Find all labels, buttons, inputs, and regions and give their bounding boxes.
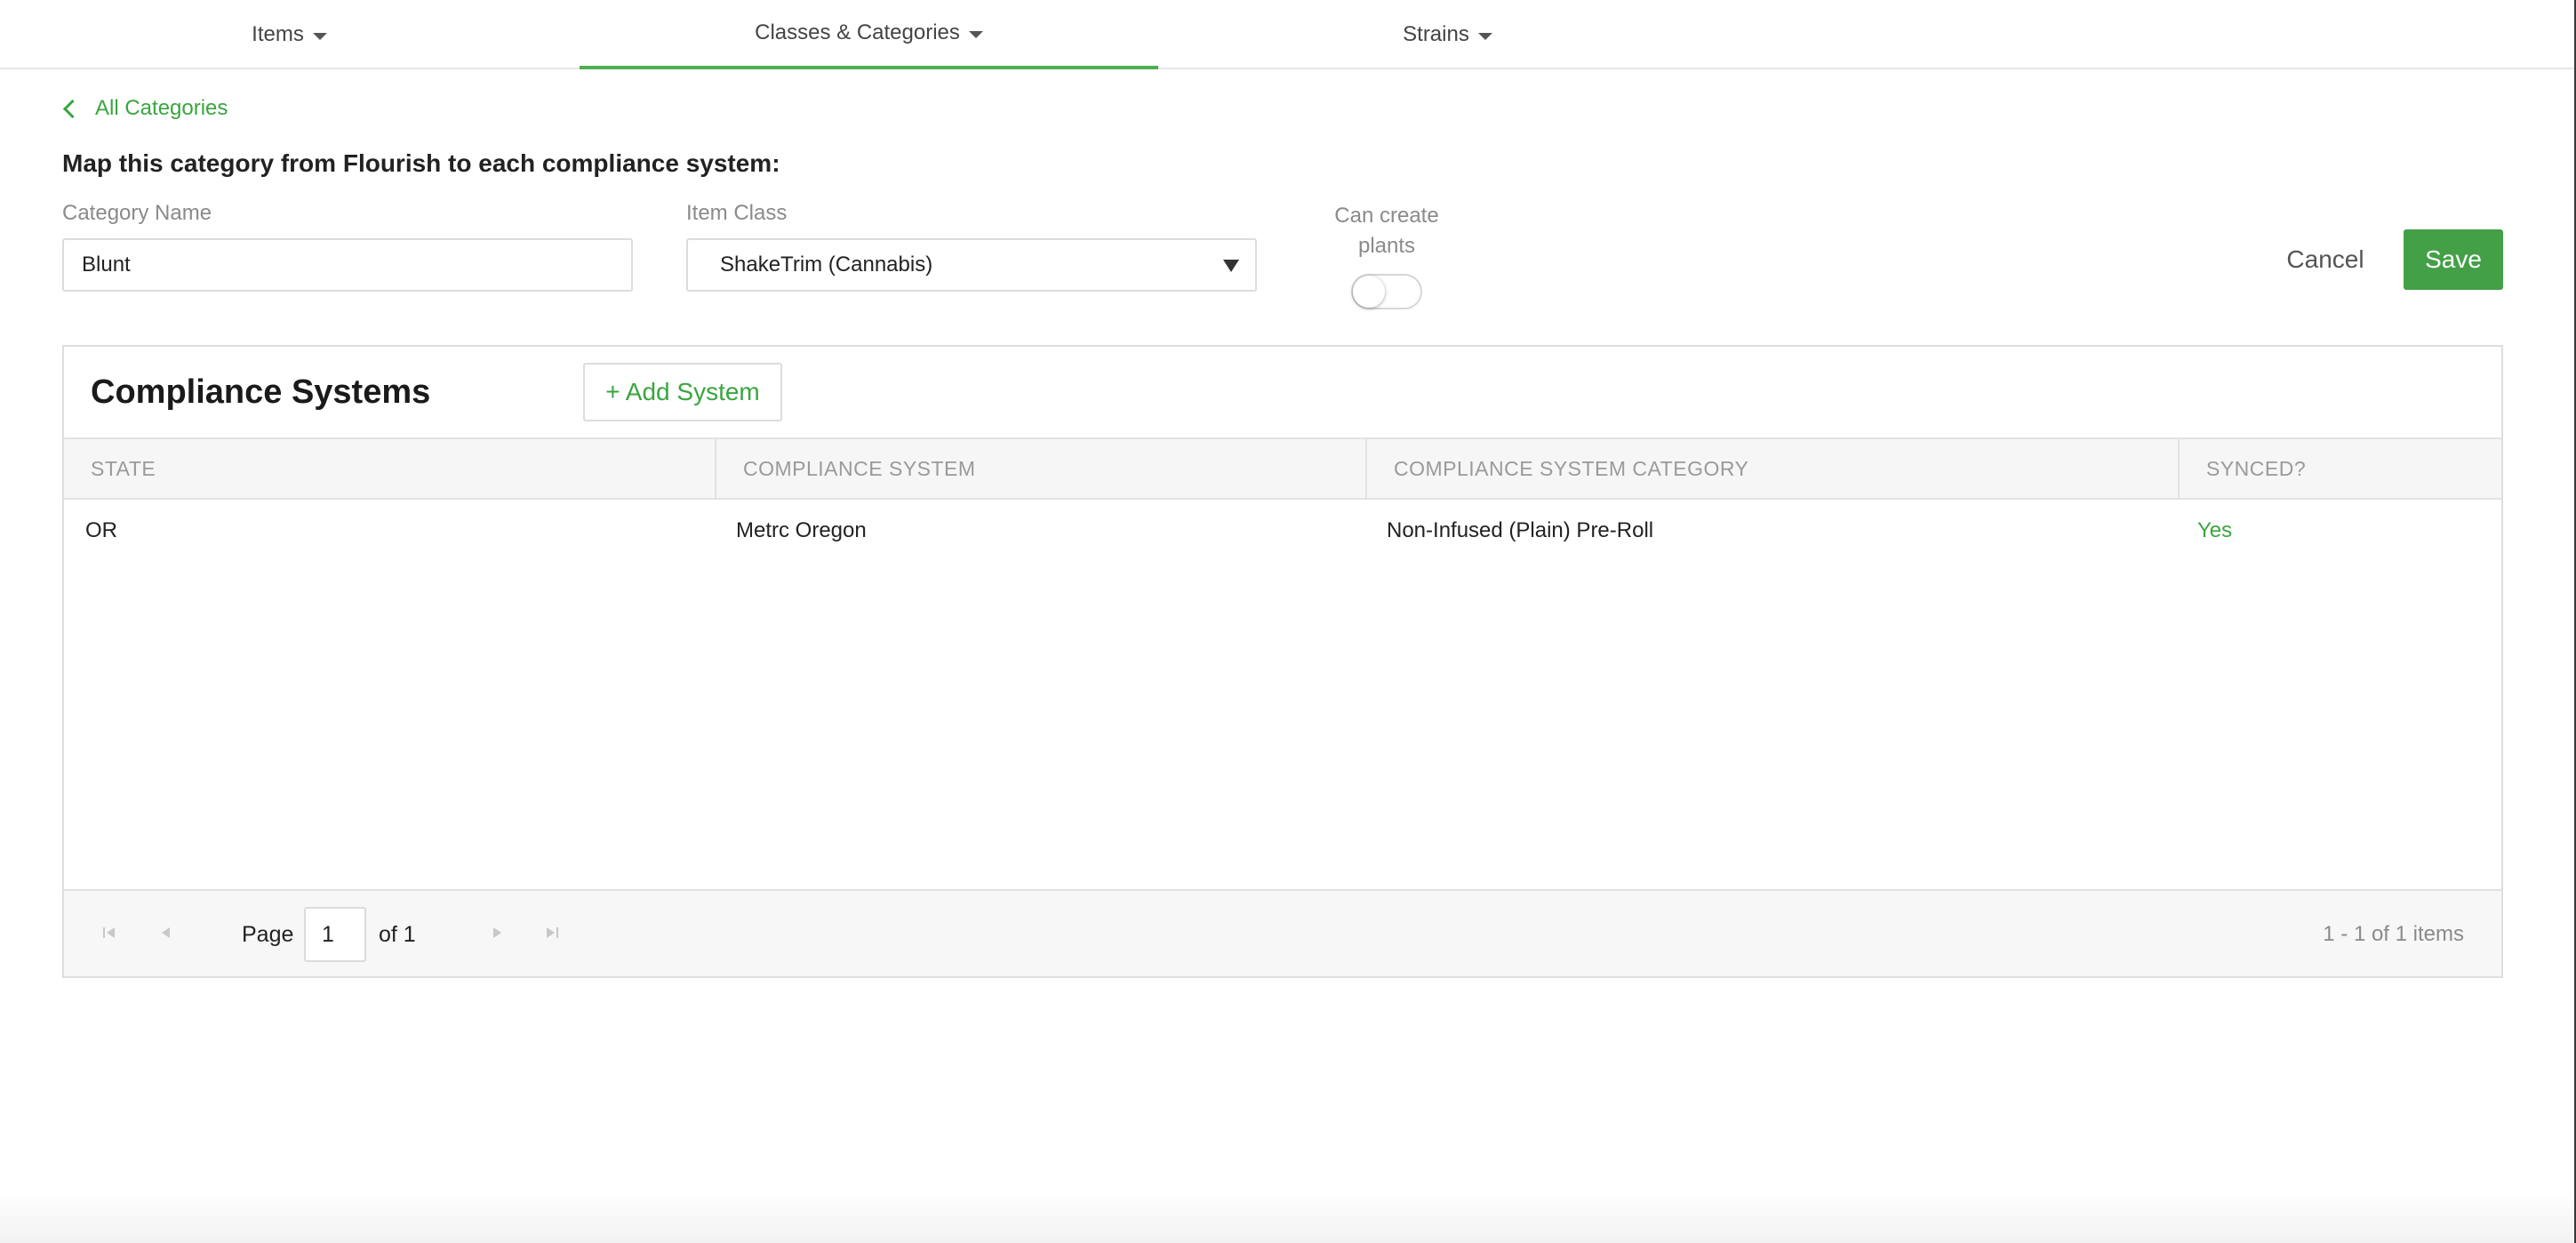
cell-state: OR — [85, 518, 117, 542]
column-header-compliance-system[interactable]: COMPLIANCE SYSTEM — [715, 439, 1365, 498]
column-header-state[interactable]: STATE — [64, 439, 715, 498]
item-class-value: ShakeTrim (Cannabis) — [720, 253, 933, 277]
tab-classes-categories-label: Classes & Categories — [755, 20, 960, 44]
bottom-shadow — [0, 1190, 2576, 1243]
save-button[interactable]: Save — [2404, 229, 2503, 290]
top-navigation: Items Classes & Categories Strains — [0, 0, 2576, 69]
page-heading: Map this category from Flourish to each … — [62, 149, 780, 177]
table-header: STATE COMPLIANCE SYSTEM COMPLIANCE SYSTE… — [64, 437, 2501, 500]
column-header-compliance-category[interactable]: COMPLIANCE SYSTEM CATEGORY — [1365, 439, 2178, 498]
cell-compliance-system: Metrc Oregon — [736, 518, 867, 542]
tab-items[interactable]: Items — [0, 0, 579, 69]
page-count-label: of 1 — [379, 922, 416, 947]
category-name-label: Category Name — [62, 201, 212, 225]
all-categories-label: All Categories — [95, 96, 228, 120]
first-page-icon[interactable] — [100, 923, 119, 942]
item-class-label: Item Class — [686, 201, 788, 225]
add-system-button[interactable]: + Add System — [583, 363, 782, 421]
can-create-plants-label: Can create plants — [1316, 201, 1458, 261]
table-row[interactable]: OR Metrc Oregon Non-Infused (Plain) Pre-… — [64, 501, 2501, 560]
cell-compliance-category: Non-Infused (Plain) Pre-Roll — [1387, 518, 1654, 542]
pagination-bar: Page 1 of 1 1 - 1 of 1 items — [64, 889, 2501, 976]
compliance-systems-title: Compliance Systems — [91, 373, 431, 411]
next-page-icon[interactable] — [487, 923, 507, 942]
all-categories-link[interactable]: All Categories — [62, 96, 228, 121]
tab-strains-label: Strains — [1403, 22, 1469, 46]
page-number-input[interactable]: 1 — [304, 907, 366, 962]
dropdown-arrow-icon — [1223, 260, 1239, 272]
caret-down-icon — [312, 32, 327, 40]
caret-down-icon — [1477, 32, 1492, 40]
tab-items-label: Items — [252, 22, 304, 46]
toggle-knob — [1353, 276, 1385, 308]
tab-classes-categories[interactable]: Classes & Categories — [580, 0, 1158, 69]
can-create-plants-toggle[interactable] — [1351, 274, 1422, 309]
column-header-synced[interactable]: SYNCED? — [2178, 439, 2501, 498]
category-name-input[interactable]: Blunt — [62, 238, 633, 292]
page-label: Page — [242, 922, 294, 947]
tab-strains[interactable]: Strains — [1158, 0, 1737, 69]
items-summary: 1 - 1 of 1 items — [2323, 922, 2464, 946]
cancel-button[interactable]: Cancel — [2265, 229, 2386, 290]
previous-page-icon[interactable] — [156, 923, 176, 942]
last-page-icon[interactable] — [542, 923, 562, 942]
can-create-label-line1: Can create — [1334, 204, 1439, 228]
can-create-label-line2: plants — [1357, 234, 1416, 258]
chevron-left-icon — [62, 99, 83, 118]
cell-synced: Yes — [2197, 518, 2233, 542]
caret-down-icon — [968, 30, 983, 38]
compliance-systems-panel: Compliance Systems + Add System STATE CO… — [62, 345, 2503, 978]
item-class-select[interactable]: ShakeTrim (Cannabis) — [686, 238, 1257, 292]
